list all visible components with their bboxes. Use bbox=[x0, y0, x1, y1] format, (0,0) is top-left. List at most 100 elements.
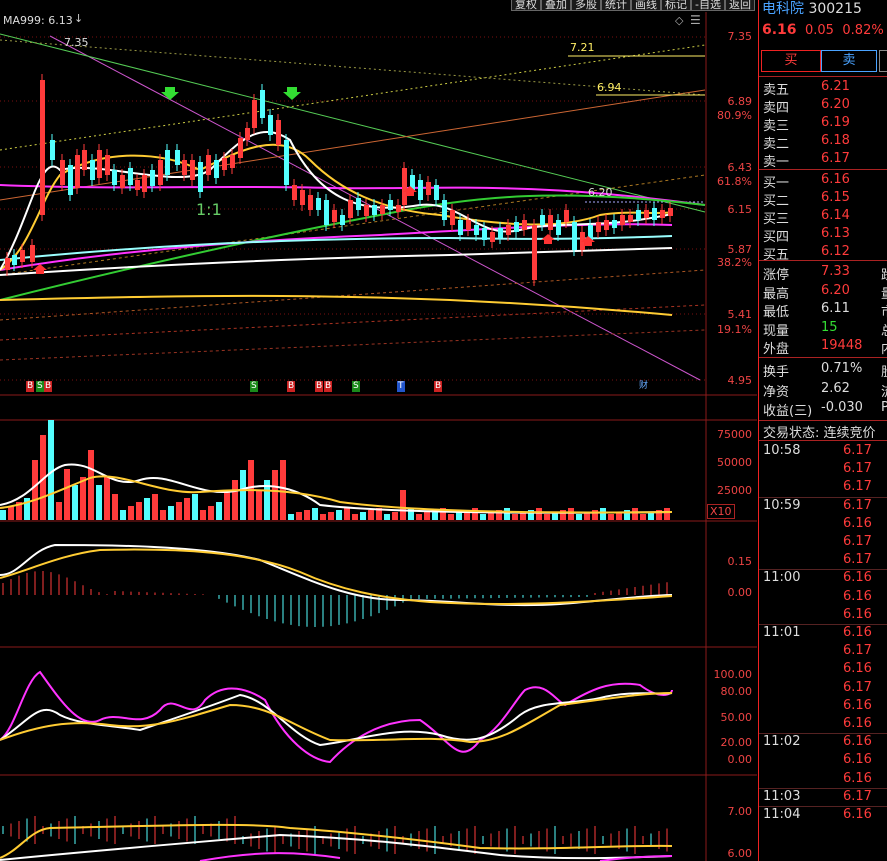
stat-label-row[interactable]: 换手 0.71% 股 bbox=[759, 360, 887, 380]
tick-row: 11:04 6.16 bbox=[759, 806, 887, 824]
candle-body bbox=[238, 138, 243, 158]
bid-price: 6.14 bbox=[821, 208, 850, 223]
diamond-icon[interactable]: ◇ bbox=[675, 14, 683, 27]
candle-body bbox=[620, 215, 625, 225]
tick-price: 6.16 bbox=[843, 807, 872, 822]
volume-axis-label: 25000 bbox=[717, 484, 752, 497]
candle-body bbox=[668, 208, 673, 216]
signal-mark[interactable]: S bbox=[36, 381, 44, 392]
volume-bar bbox=[8, 506, 14, 520]
signal-mark[interactable]: B bbox=[315, 381, 324, 392]
candle-body bbox=[556, 220, 561, 235]
ask-label-row[interactable]: 卖二 6.18 bbox=[759, 132, 887, 152]
tick-row: 6.17 bbox=[759, 478, 887, 496]
tick-row: 6.17 bbox=[759, 533, 887, 551]
remove-watchlist-button[interactable]: -自选 bbox=[691, 0, 725, 11]
tick-price: 6.17 bbox=[843, 788, 872, 804]
bid-label-row[interactable]: 买二 6.15 bbox=[759, 189, 887, 209]
signal-mark[interactable]: B bbox=[324, 381, 333, 392]
macd-axis-label: 0.15 bbox=[727, 555, 753, 568]
candle-body bbox=[652, 208, 657, 220]
statistics-button[interactable]: 统计 bbox=[601, 0, 632, 11]
stat-label-row[interactable]: 现量 15 总 bbox=[759, 319, 887, 339]
bid-label-row[interactable]: 买五 6.12 bbox=[759, 243, 887, 263]
restore-rights-button[interactable]: 复权 bbox=[511, 0, 542, 11]
red-arrow-up-icon bbox=[541, 234, 555, 244]
volume-bar bbox=[112, 494, 118, 520]
sell-button[interactable]: 卖 bbox=[821, 50, 877, 72]
bid-label-row[interactable]: 买一 6.16 bbox=[759, 171, 887, 191]
price-axis-label: 6.43 bbox=[727, 161, 753, 174]
tick-price: 6.16 bbox=[843, 570, 872, 586]
volume-bar bbox=[664, 508, 670, 520]
stat-label-row[interactable]: 净资 2.62 流 bbox=[759, 380, 887, 400]
multi-stock-button[interactable]: 多股 bbox=[571, 0, 602, 11]
signal-mark[interactable]: S bbox=[250, 381, 258, 392]
candle-body bbox=[245, 128, 250, 140]
volume-bar bbox=[296, 512, 302, 520]
candle-body bbox=[540, 215, 545, 225]
volume-bar bbox=[336, 510, 342, 520]
kline-chart-area[interactable]: 复权 叠加 多股 统计 画线 标记 -自选 返回 MA999: 6.13 ↓ ◇… bbox=[0, 0, 757, 861]
draw-line-button[interactable]: 画线 bbox=[631, 0, 662, 11]
signal-mark[interactable]: T bbox=[397, 381, 405, 392]
signal-mark[interactable]: S bbox=[352, 381, 360, 392]
menu-icon[interactable]: ☰ bbox=[690, 13, 701, 27]
ask-price: 6.20 bbox=[821, 97, 850, 112]
candle-body bbox=[50, 140, 55, 160]
buy-button[interactable]: 买 bbox=[761, 50, 821, 72]
volume-bar bbox=[176, 502, 182, 520]
stat-label-row[interactable]: 最低 6.11 市 bbox=[759, 300, 887, 320]
candle-body bbox=[628, 215, 633, 222]
signal-mark[interactable]: 财 bbox=[638, 381, 649, 392]
tick-price: 6.17 bbox=[843, 679, 872, 695]
mark-button[interactable]: 标记 bbox=[661, 0, 692, 11]
ask-label-row[interactable]: 卖一 6.17 bbox=[759, 150, 887, 170]
stat-label-row[interactable]: 涨停 7.33 跌 bbox=[759, 263, 887, 283]
candle-body bbox=[182, 160, 187, 175]
candle-body bbox=[75, 155, 80, 188]
volume-bar bbox=[456, 512, 462, 520]
signal-marks-row: BSBSBBBSTB财 bbox=[0, 381, 706, 393]
arrow-down-icon: ↓ bbox=[74, 12, 84, 25]
back-button[interactable]: 返回 bbox=[725, 0, 755, 11]
overlay-button[interactable]: 叠加 bbox=[541, 0, 572, 11]
volume-bar bbox=[240, 470, 246, 520]
volume-bar bbox=[288, 514, 294, 520]
toolbar: 复权 叠加 多股 统计 画线 标记 -自选 返回 bbox=[511, 0, 755, 11]
ask-label-row[interactable]: 卖三 6.19 bbox=[759, 114, 887, 134]
stat-label-row[interactable]: 收益(三) -0.030 P bbox=[759, 399, 887, 419]
price-axis-label: 5.41 bbox=[727, 308, 753, 321]
panel-toggle[interactable] bbox=[879, 50, 887, 72]
stat-label: 现量 bbox=[763, 323, 790, 339]
ask-label-row[interactable]: 卖五 6.21 bbox=[759, 78, 887, 98]
stat-label-row[interactable]: 外盘 19448 内 bbox=[759, 337, 887, 357]
stat-value: 7.33 bbox=[821, 264, 850, 279]
candle-body bbox=[20, 250, 25, 262]
price-axis-label: 6.15 bbox=[727, 203, 753, 216]
tick-time: 10:59 bbox=[763, 497, 801, 513]
stat-label-row[interactable]: 最高 6.20 量 bbox=[759, 282, 887, 302]
candle-body bbox=[388, 200, 393, 210]
tick-row: 11:00 6.16 bbox=[759, 569, 887, 587]
signal-mark[interactable]: B bbox=[44, 381, 53, 392]
ask-label-row[interactable]: 卖四 6.20 bbox=[759, 96, 887, 116]
signal-mark[interactable]: B bbox=[26, 381, 35, 392]
tick-price: 6.16 bbox=[843, 625, 872, 640]
stat-extra-label: 股 bbox=[881, 361, 887, 380]
bid-label-row[interactable]: 买三 6.14 bbox=[759, 207, 887, 227]
volume-bar bbox=[80, 477, 86, 520]
tick-row: 6.17 bbox=[759, 642, 887, 660]
tick-price: 6.17 bbox=[843, 643, 872, 659]
green-arrow-down-icon bbox=[161, 87, 179, 100]
kline-chart[interactable] bbox=[0, 0, 757, 861]
tick-price: 6.17 bbox=[843, 534, 872, 549]
candle-body bbox=[158, 160, 163, 185]
bid-label-row[interactable]: 买四 6.13 bbox=[759, 225, 887, 245]
signal-mark[interactable]: B bbox=[287, 381, 296, 392]
candle-body bbox=[268, 115, 273, 135]
volume-bar bbox=[472, 508, 478, 520]
candle-body bbox=[372, 205, 377, 215]
signal-mark[interactable]: B bbox=[434, 381, 443, 392]
candle-body bbox=[660, 210, 665, 218]
